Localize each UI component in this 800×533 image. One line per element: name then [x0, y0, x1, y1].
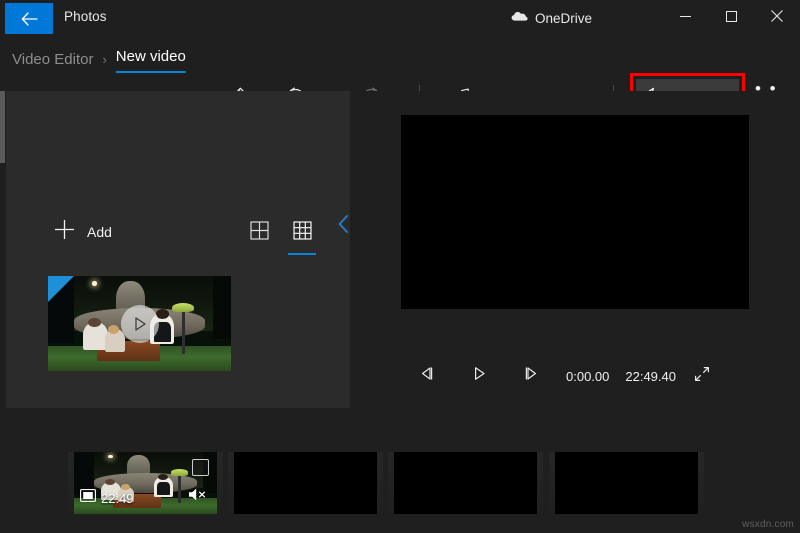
- timeline-clip-1[interactable]: 22:49: [74, 452, 217, 514]
- breadcrumb-active-underline: [116, 71, 186, 73]
- breadcrumb-current-label: New video: [116, 48, 186, 65]
- previous-frame-button[interactable]: [410, 359, 444, 393]
- video-preview-surface[interactable]: [401, 115, 749, 309]
- onedrive-label: OneDrive: [535, 11, 592, 26]
- collapse-storyboard-button[interactable]: [332, 211, 354, 241]
- grid-2x2-icon: [250, 221, 269, 245]
- total-duration-label: 22:49.40: [625, 369, 676, 384]
- watermark-label: wsxdn.com: [742, 519, 794, 530]
- grid-3x3-icon: [293, 221, 312, 245]
- breadcrumb-new-video[interactable]: New video: [116, 48, 186, 71]
- next-frame-icon: [523, 366, 539, 386]
- photos-video-editor-window: Photos OneDrive: [0, 0, 800, 533]
- previous-frame-icon: [419, 366, 435, 386]
- storyboard-clip-card[interactable]: [48, 276, 231, 371]
- current-time-label: 0:00.00: [566, 369, 609, 384]
- back-button[interactable]: [5, 3, 53, 34]
- chevron-left-icon: [337, 214, 350, 239]
- breadcrumb: Video Editor › New video: [12, 48, 186, 71]
- expand-fullscreen-icon: [694, 366, 710, 387]
- film-strip-icon: [80, 489, 96, 507]
- app-title: Photos: [64, 9, 107, 24]
- storyboard-scrollbar-thumb[interactable]: [0, 91, 5, 163]
- title-bar: Photos OneDrive: [0, 0, 800, 37]
- fullscreen-button[interactable]: [685, 359, 719, 393]
- back-arrow-icon: [21, 12, 38, 26]
- view-toggle-large-grid[interactable]: [246, 220, 272, 246]
- timeline-clip-2[interactable]: [234, 452, 377, 514]
- next-frame-button[interactable]: [514, 359, 548, 393]
- add-media-label: Add: [87, 224, 112, 240]
- timeline-duration-badge: 22:49: [80, 489, 134, 507]
- breadcrumb-separator-icon: ›: [102, 52, 106, 67]
- command-bar: Video Editor › New video: [0, 37, 800, 88]
- play-button[interactable]: [462, 359, 496, 393]
- maximize-button[interactable]: [708, 0, 754, 32]
- view-toggle-small-grid[interactable]: [289, 220, 315, 246]
- minimize-button[interactable]: [662, 0, 708, 32]
- timeline-clip-4[interactable]: [555, 452, 698, 514]
- play-icon: [472, 366, 487, 386]
- timeline-clip-3[interactable]: [394, 452, 537, 514]
- playback-controls: 0:00.00 22:49.40: [401, 358, 749, 394]
- close-button[interactable]: [754, 0, 800, 32]
- storyboard-panel: Add: [6, 91, 350, 408]
- timeline-duration-label: 22:49: [101, 491, 134, 506]
- plus-icon: [54, 219, 75, 245]
- onedrive-status[interactable]: OneDrive: [511, 9, 592, 27]
- add-media-button[interactable]: Add: [54, 219, 112, 245]
- timeline-clip-checkbox[interactable]: [192, 459, 209, 476]
- onedrive-cloud-icon: [511, 9, 528, 27]
- window-controls: [662, 0, 800, 32]
- breadcrumb-video-editor[interactable]: Video Editor: [12, 51, 93, 68]
- play-triangle-icon[interactable]: [121, 305, 159, 343]
- speaker-muted-icon[interactable]: [188, 487, 209, 507]
- clip-selected-corner-marker: [48, 276, 74, 302]
- timeline-strip: 22:49 wsxdn.com: [0, 440, 800, 533]
